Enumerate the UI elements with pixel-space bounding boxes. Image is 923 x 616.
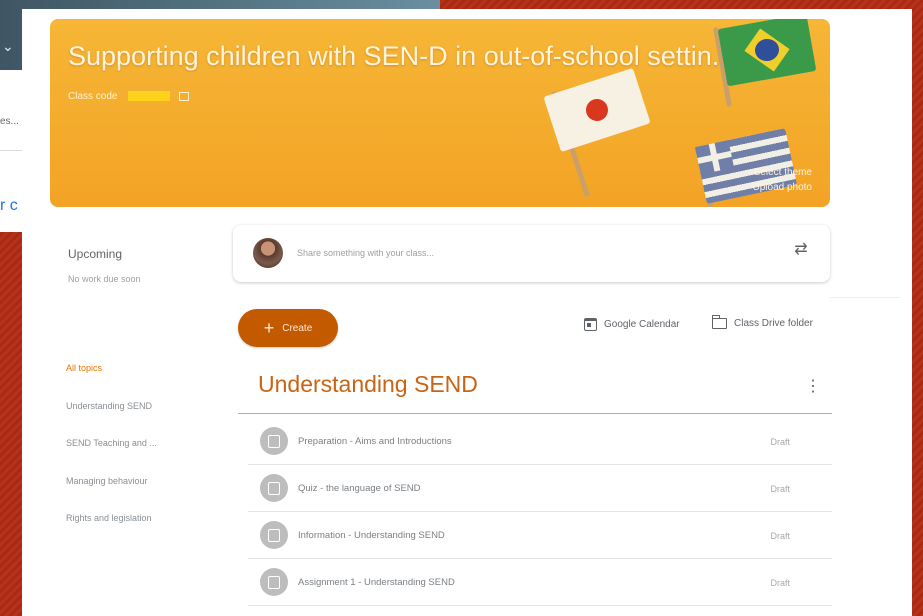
- create-button-label: Create: [282, 322, 313, 334]
- class-code-label: Class code: [68, 91, 118, 102]
- topic-understanding-send[interactable]: Understanding SEND: [66, 401, 152, 411]
- class-code: Class code: [68, 91, 190, 102]
- list-item-title: Information - Understanding SEND: [298, 530, 445, 541]
- topic-section-title: Understanding SEND: [258, 371, 478, 397]
- status-badge: Draft: [770, 437, 790, 447]
- topic-all[interactable]: All topics: [66, 363, 102, 373]
- section-divider: [238, 413, 832, 414]
- assignment-icon: [260, 568, 288, 596]
- status-badge: Draft: [770, 484, 790, 494]
- class-drive-folder-label: Class Drive folder: [734, 318, 813, 329]
- class-banner: Supporting children with SEN-D in out-of…: [50, 19, 830, 207]
- upcoming-card: Upcoming No work due soon: [52, 227, 212, 307]
- list-item[interactable]: Quiz - the language of SEND Draft: [248, 466, 832, 512]
- classroom-window: Supporting children with SEN-D in out-of…: [22, 9, 912, 616]
- plus-icon: +: [263, 318, 275, 338]
- class-drive-folder-link[interactable]: Class Drive folder: [711, 315, 813, 329]
- list-item-title: Preparation - Aims and Introductions: [298, 436, 452, 447]
- japan-flag-icon: [543, 67, 651, 153]
- quiz-icon: [260, 474, 288, 502]
- list-item-title: Assignment 1 - Understanding SEND: [298, 577, 455, 588]
- upcoming-empty-text: No work due soon: [68, 274, 141, 284]
- avatar: [253, 238, 283, 268]
- upload-photo-link[interactable]: Upload photo: [753, 182, 813, 193]
- background-text-fragment: es...: [0, 116, 19, 127]
- more-vert-icon[interactable]: ⋮: [805, 377, 821, 397]
- topic-rights-legislation[interactable]: Rights and legislation: [66, 513, 152, 523]
- chevron-down-icon[interactable]: ⌄: [2, 38, 14, 55]
- status-badge: Draft: [770, 578, 790, 588]
- create-button[interactable]: + Create: [238, 309, 338, 347]
- fullscreen-icon[interactable]: [179, 91, 190, 101]
- google-calendar-link[interactable]: Google Calendar: [584, 318, 680, 331]
- background-link-fragment[interactable]: r c: [0, 197, 18, 215]
- list-item-title: Quiz - the language of SEND: [298, 483, 421, 494]
- topic-send-teaching[interactable]: SEND Teaching and ...: [66, 438, 157, 448]
- background-divider: [0, 150, 22, 151]
- google-calendar-label: Google Calendar: [604, 319, 680, 330]
- class-title: Supporting children with SEN-D in out-of…: [68, 41, 735, 71]
- topic-managing-behaviour[interactable]: Managing behaviour: [66, 476, 148, 486]
- divider: [830, 297, 900, 298]
- brazil-flag-icon: [717, 19, 817, 87]
- share-placeholder[interactable]: Share something with your class...: [297, 248, 434, 258]
- list-item[interactable]: Assignment 1 - Understanding SEND Draft: [248, 560, 832, 606]
- calendar-icon: [584, 318, 597, 331]
- status-badge: Draft: [770, 531, 790, 541]
- material-icon: [260, 521, 288, 549]
- upcoming-title: Upcoming: [68, 247, 123, 261]
- class-code-value: [128, 91, 171, 102]
- assignment-icon: [260, 427, 288, 455]
- share-composer[interactable]: Share something with your class... ⇄: [233, 225, 830, 282]
- folder-icon: [711, 315, 727, 329]
- select-theme-link[interactable]: Select theme: [754, 167, 812, 178]
- repost-icon[interactable]: ⇄: [792, 241, 810, 259]
- list-item[interactable]: Information - Understanding SEND Draft: [248, 513, 832, 559]
- list-item[interactable]: Preparation - Aims and Introductions Dra…: [248, 419, 832, 465]
